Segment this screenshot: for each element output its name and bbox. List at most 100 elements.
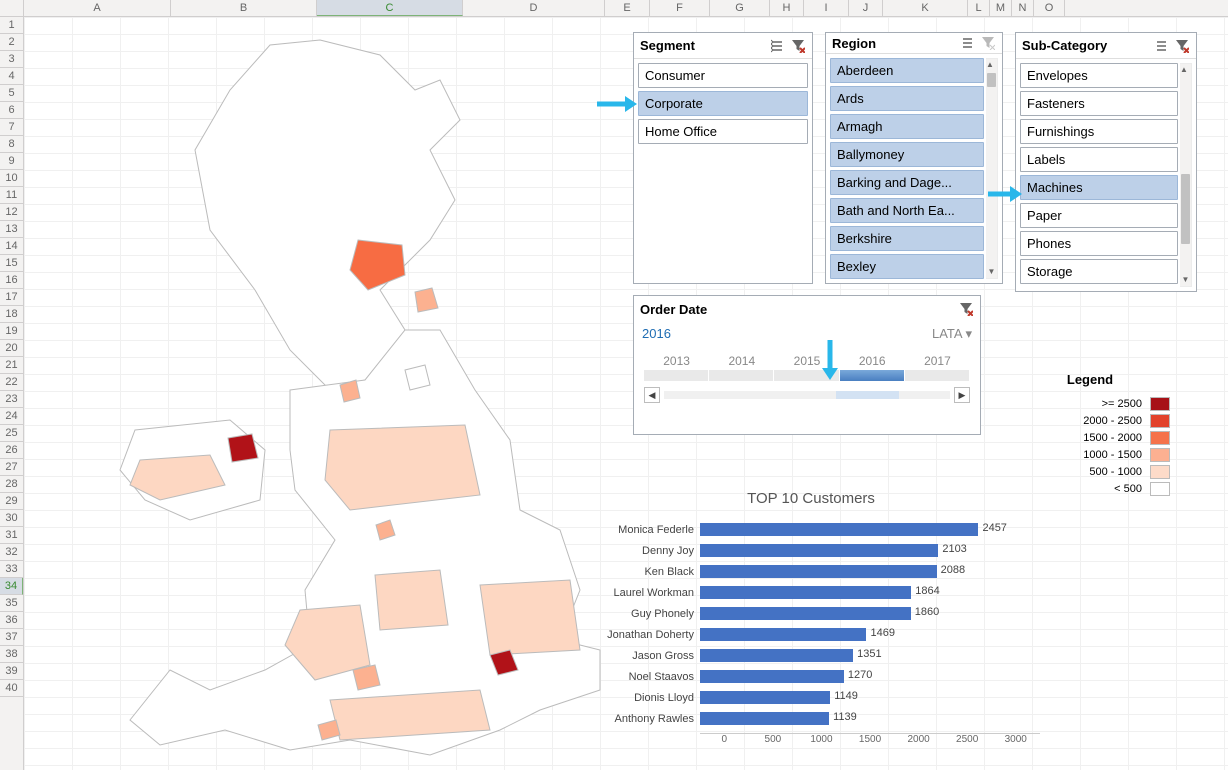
slicer-item[interactable]: Machines bbox=[1020, 175, 1178, 200]
slicer-item[interactable]: Consumer bbox=[638, 63, 808, 88]
slicer-item[interactable]: Berkshire bbox=[830, 226, 984, 251]
row-header[interactable]: 30 bbox=[0, 510, 23, 527]
row-header[interactable]: 3 bbox=[0, 51, 23, 68]
row-header[interactable]: 11 bbox=[0, 187, 23, 204]
column-header[interactable]: I bbox=[804, 0, 849, 16]
row-header[interactable]: 39 bbox=[0, 663, 23, 680]
column-header[interactable]: F bbox=[650, 0, 710, 16]
bar[interactable] bbox=[700, 649, 853, 662]
timeline-segment[interactable] bbox=[840, 370, 904, 381]
slicer-item[interactable]: Corporate bbox=[638, 91, 808, 116]
row-header[interactable]: 8 bbox=[0, 136, 23, 153]
row-header[interactable]: 36 bbox=[0, 612, 23, 629]
slicer-item[interactable]: Bath and North Ea... bbox=[830, 198, 984, 223]
scroll-up-icon[interactable]: ▲ bbox=[1180, 64, 1188, 76]
row-header[interactable]: 22 bbox=[0, 374, 23, 391]
timeline-scrollbar[interactable] bbox=[664, 391, 950, 399]
uk-map-chart[interactable] bbox=[60, 30, 605, 770]
top-customers-chart[interactable]: TOP 10 Customers Monica Federle2457Denny… bbox=[582, 490, 1040, 745]
row-header[interactable]: 20 bbox=[0, 340, 23, 357]
bar[interactable] bbox=[700, 523, 978, 536]
bar[interactable] bbox=[700, 691, 830, 704]
timeline-segment[interactable] bbox=[644, 370, 708, 381]
row-header[interactable]: 9 bbox=[0, 153, 23, 170]
row-header[interactable]: 33 bbox=[0, 561, 23, 578]
row-header[interactable]: 7 bbox=[0, 119, 23, 136]
row-header[interactable]: 24 bbox=[0, 408, 23, 425]
row-header[interactable]: 1 bbox=[0, 17, 23, 34]
slicer-item[interactable]: Aberdeen bbox=[830, 58, 984, 83]
bar[interactable] bbox=[700, 670, 844, 683]
slicer-item[interactable]: Paper bbox=[1020, 203, 1178, 228]
bar[interactable] bbox=[700, 565, 937, 578]
bar[interactable] bbox=[700, 628, 866, 641]
select-all-corner[interactable] bbox=[0, 0, 24, 17]
row-header[interactable]: 23 bbox=[0, 391, 23, 408]
clear-filter-icon[interactable] bbox=[958, 301, 974, 317]
row-header[interactable]: 27 bbox=[0, 459, 23, 476]
column-header[interactable]: N bbox=[1012, 0, 1034, 16]
row-header[interactable]: 12 bbox=[0, 204, 23, 221]
slicer-item[interactable]: Envelopes bbox=[1020, 63, 1178, 88]
row-header[interactable]: 31 bbox=[0, 527, 23, 544]
row-header[interactable]: 6 bbox=[0, 102, 23, 119]
scrollbar-vertical[interactable]: ▲ ▼ bbox=[1180, 63, 1192, 287]
row-header[interactable]: 34 bbox=[0, 578, 23, 595]
slicer-item[interactable]: Armagh bbox=[830, 114, 984, 139]
row-header[interactable]: 19 bbox=[0, 323, 23, 340]
column-header[interactable]: H bbox=[770, 0, 804, 16]
row-header[interactable]: 17 bbox=[0, 289, 23, 306]
slicer-item[interactable]: Fasteners bbox=[1020, 91, 1178, 116]
row-header[interactable]: 28 bbox=[0, 476, 23, 493]
timeline-scroll-left[interactable]: ◀ bbox=[644, 387, 660, 403]
column-header[interactable]: D bbox=[463, 0, 605, 16]
clear-filter-icon[interactable] bbox=[790, 38, 806, 54]
row-header[interactable]: 37 bbox=[0, 629, 23, 646]
column-header[interactable]: B bbox=[171, 0, 317, 16]
timeline-scroll-right[interactable]: ▶ bbox=[954, 387, 970, 403]
scroll-down-icon[interactable]: ▼ bbox=[1180, 274, 1191, 286]
row-header[interactable]: 2 bbox=[0, 34, 23, 51]
slicer-item[interactable]: Phones bbox=[1020, 231, 1178, 256]
slicer-item[interactable]: Home Office bbox=[638, 119, 808, 144]
row-header[interactable]: 32 bbox=[0, 544, 23, 561]
column-header[interactable]: M bbox=[990, 0, 1012, 16]
timeline-track[interactable] bbox=[634, 370, 980, 381]
row-header[interactable]: 21 bbox=[0, 357, 23, 374]
row-header[interactable]: 4 bbox=[0, 68, 23, 85]
slicer-item[interactable]: Ards bbox=[830, 86, 984, 111]
scrollbar-vertical[interactable]: ▲ ▼ bbox=[986, 58, 998, 279]
timeline-segment[interactable] bbox=[905, 370, 969, 381]
multi-select-icon[interactable] bbox=[770, 38, 786, 54]
slicer-item[interactable]: Furnishings bbox=[1020, 119, 1178, 144]
column-header[interactable]: L bbox=[968, 0, 990, 16]
row-header[interactable]: 29 bbox=[0, 493, 23, 510]
column-header[interactable]: J bbox=[849, 0, 883, 16]
scroll-down-icon[interactable]: ▼ bbox=[986, 266, 997, 278]
bar[interactable] bbox=[700, 607, 911, 620]
slicer-item[interactable]: Bexley bbox=[830, 254, 984, 279]
slicer-item[interactable]: Barking and Dage... bbox=[830, 170, 984, 195]
row-header[interactable]: 40 bbox=[0, 680, 23, 697]
timeline-period-dropdown[interactable]: LATA ▾ bbox=[932, 326, 972, 342]
row-header[interactable]: 13 bbox=[0, 221, 23, 238]
row-header[interactable]: 5 bbox=[0, 85, 23, 102]
multi-select-icon[interactable] bbox=[960, 35, 976, 51]
row-header[interactable]: 16 bbox=[0, 272, 23, 289]
scroll-up-icon[interactable]: ▲ bbox=[986, 59, 994, 71]
row-header[interactable]: 15 bbox=[0, 255, 23, 272]
column-header[interactable]: K bbox=[883, 0, 968, 16]
row-header[interactable]: 25 bbox=[0, 425, 23, 442]
column-header[interactable]: O bbox=[1034, 0, 1065, 16]
clear-filter-icon[interactable] bbox=[980, 35, 996, 51]
slicer-item[interactable]: Labels bbox=[1020, 147, 1178, 172]
clear-filter-icon[interactable] bbox=[1174, 38, 1190, 54]
bar[interactable] bbox=[700, 544, 938, 557]
column-header[interactable]: A bbox=[24, 0, 171, 16]
row-header[interactable]: 10 bbox=[0, 170, 23, 187]
row-header[interactable]: 18 bbox=[0, 306, 23, 323]
row-header[interactable]: 35 bbox=[0, 595, 23, 612]
row-header[interactable]: 26 bbox=[0, 442, 23, 459]
bar[interactable] bbox=[700, 586, 911, 599]
bar[interactable] bbox=[700, 712, 829, 725]
